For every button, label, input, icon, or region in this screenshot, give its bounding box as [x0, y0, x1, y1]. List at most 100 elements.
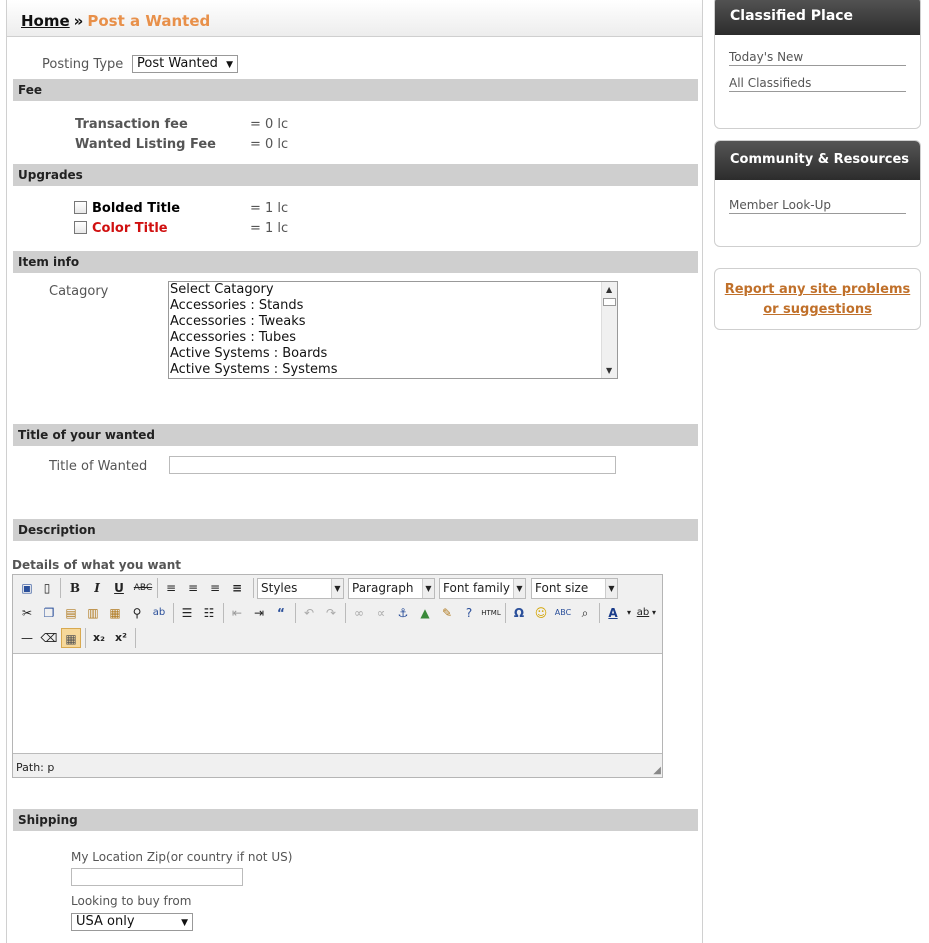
paste-text-icon[interactable]: ▥ [83, 603, 103, 623]
page-title: Post a Wanted [87, 12, 211, 30]
category-option[interactable]: Accessories : Tweaks [169, 314, 617, 330]
indent-icon[interactable]: ⇥ [249, 603, 269, 623]
align-left-icon[interactable]: ≡ [161, 578, 181, 598]
breadcrumb-separator: » [73, 12, 84, 30]
paragraph-dropdown[interactable]: Paragraph ▼ [348, 578, 435, 599]
section-shipping: Shipping [13, 809, 698, 831]
posting-type-select[interactable]: Post Wanted ▼ [132, 55, 238, 73]
strikethrough-icon[interactable]: ABC [133, 578, 153, 598]
new-document-icon[interactable]: ▯ [37, 578, 57, 598]
styles-dropdown[interactable]: Styles ▼ [257, 578, 344, 599]
editor-content-area[interactable] [13, 653, 662, 754]
breadcrumb-home-link[interactable]: Home [21, 12, 70, 30]
section-description: Description [13, 519, 698, 541]
chevron-down-icon[interactable]: ▾ [649, 603, 659, 623]
description-label: Details of what you want [12, 558, 182, 572]
category-listbox[interactable]: Select Catagory Accessories : Stands Acc… [168, 281, 618, 379]
category-option[interactable]: Active Systems : Systems [169, 362, 617, 378]
posting-type-label: Posting Type [42, 57, 124, 72]
classified-place-title: Classified Place [715, 0, 920, 35]
paste-word-icon[interactable]: ▦ [105, 603, 125, 623]
scroll-down-icon[interactable]: ▼ [606, 366, 612, 375]
align-justify-icon[interactable]: ≡ [227, 578, 247, 598]
anchor-icon[interactable]: ⚓ [393, 603, 413, 623]
chevron-down-icon: ▼ [513, 579, 525, 598]
redo-icon[interactable]: ↷ [321, 603, 341, 623]
remove-format-icon[interactable]: ⌫ [39, 628, 59, 648]
editor-path: Path: p [16, 761, 55, 774]
font-family-dropdown-label: Font family [443, 581, 510, 595]
report-problems-link[interactable]: Report any site problems [715, 280, 920, 300]
category-option[interactable]: Select Catagory [169, 282, 617, 298]
todays-new-link[interactable]: Today's New [729, 50, 906, 66]
category-option[interactable]: Accessories : Tubes [169, 330, 617, 346]
section-title: Title of your wanted [13, 424, 698, 446]
color-title-checkbox[interactable] [74, 221, 87, 234]
copy-icon[interactable]: ❐ [39, 603, 59, 623]
link-icon[interactable]: ∞ [349, 603, 369, 623]
paste-icon[interactable]: ▤ [61, 603, 81, 623]
bolded-title-price: = 1 lc [250, 201, 289, 216]
bold-icon[interactable]: B [65, 578, 85, 598]
align-center-icon[interactable]: ≡ [183, 578, 203, 598]
community-resources-title: Community & Resources [715, 141, 920, 180]
unlink-icon[interactable]: ∝ [371, 603, 391, 623]
font-size-dropdown[interactable]: Font size ▼ [531, 578, 618, 599]
chevron-down-icon: ▼ [181, 918, 188, 928]
replace-icon[interactable]: ab [149, 603, 169, 623]
color-title-price: = 1 lc [250, 221, 289, 236]
font-family-dropdown[interactable]: Font family ▼ [439, 578, 526, 599]
chevron-down-icon: ▼ [605, 579, 617, 598]
superscript-icon[interactable]: x² [111, 628, 131, 648]
zip-input[interactable] [71, 868, 243, 886]
italic-icon[interactable]: I [87, 578, 107, 598]
all-classifieds-link[interactable]: All Classifieds [729, 76, 906, 92]
report-box: Report any site problems or suggestions [714, 268, 921, 330]
horizontal-rule-icon[interactable]: — [17, 628, 37, 648]
community-resources-box: Community & Resources Member Look-Up [714, 140, 921, 247]
resize-handle-icon[interactable]: ◢ [653, 765, 661, 776]
chevron-down-icon: ▼ [331, 579, 343, 598]
blockquote-icon[interactable]: “ [271, 603, 291, 623]
underline-icon[interactable]: U [109, 578, 129, 598]
html-source-icon[interactable]: HTML [481, 603, 501, 623]
cut-icon[interactable]: ✂ [17, 603, 37, 623]
help-icon[interactable]: ? [459, 603, 479, 623]
cleanup-icon[interactable]: ✎ [437, 603, 457, 623]
bolded-title-checkbox[interactable] [74, 201, 87, 214]
color-title-label: Color Title [92, 221, 168, 236]
spellcheck-icon[interactable]: ABC [553, 603, 573, 623]
bullet-list-icon[interactable]: ☰ [177, 603, 197, 623]
listing-fee-value: = 0 lc [250, 137, 289, 152]
subscript-icon[interactable]: x₂ [89, 628, 109, 648]
scroll-thumb[interactable] [603, 298, 616, 306]
bolded-title-label: Bolded Title [92, 201, 181, 216]
image-icon[interactable]: ▲ [415, 603, 435, 623]
title-of-wanted-input[interactable] [169, 456, 616, 474]
editor-toolbar-row-2: ✂ ❐ ▤ ▥ ▦ ⚲ ab ☰ ☷ ⇤ ⇥ “ ↶ ↷ ∞ ∝ ⚓ ▲ ✎ ?… [15, 600, 660, 624]
outdent-icon[interactable]: ⇤ [227, 603, 247, 623]
listing-fee-label: Wanted Listing Fee [75, 137, 216, 152]
category-scrollbar[interactable]: ▲ ▼ [601, 282, 617, 378]
section-upgrades: Upgrades [13, 164, 698, 186]
special-char-icon[interactable]: Ω [509, 603, 529, 623]
scroll-up-icon[interactable]: ▲ [606, 285, 612, 294]
category-option[interactable]: Active Systems : Boards [169, 346, 617, 362]
font-size-dropdown-label: Font size [535, 581, 589, 595]
rich-text-editor: ▣ ▯ B I U ABC ≡ ≡ ≡ ≡ Styles ▼ Paragraph… [12, 574, 663, 778]
numbered-list-icon[interactable]: ☷ [199, 603, 219, 623]
report-suggestions-link[interactable]: or suggestions [715, 300, 920, 320]
member-lookup-link[interactable]: Member Look-Up [729, 198, 906, 214]
section-fee: Fee [13, 79, 698, 101]
emoticon-icon[interactable]: ☺ [531, 603, 551, 623]
find-icon[interactable]: ⚲ [127, 603, 147, 623]
category-option[interactable]: Accessories : Stands [169, 298, 617, 314]
zip-label: My Location Zip(or country if not US) [71, 850, 293, 864]
align-right-icon[interactable]: ≡ [205, 578, 225, 598]
save-icon[interactable]: ▣ [17, 578, 37, 598]
table-icon[interactable]: ▦ [61, 628, 81, 648]
preview-icon[interactable]: ⌕ [575, 603, 595, 623]
undo-icon[interactable]: ↶ [299, 603, 319, 623]
styles-dropdown-label: Styles [261, 581, 298, 595]
buy-from-select[interactable]: USA only ▼ [71, 913, 193, 931]
